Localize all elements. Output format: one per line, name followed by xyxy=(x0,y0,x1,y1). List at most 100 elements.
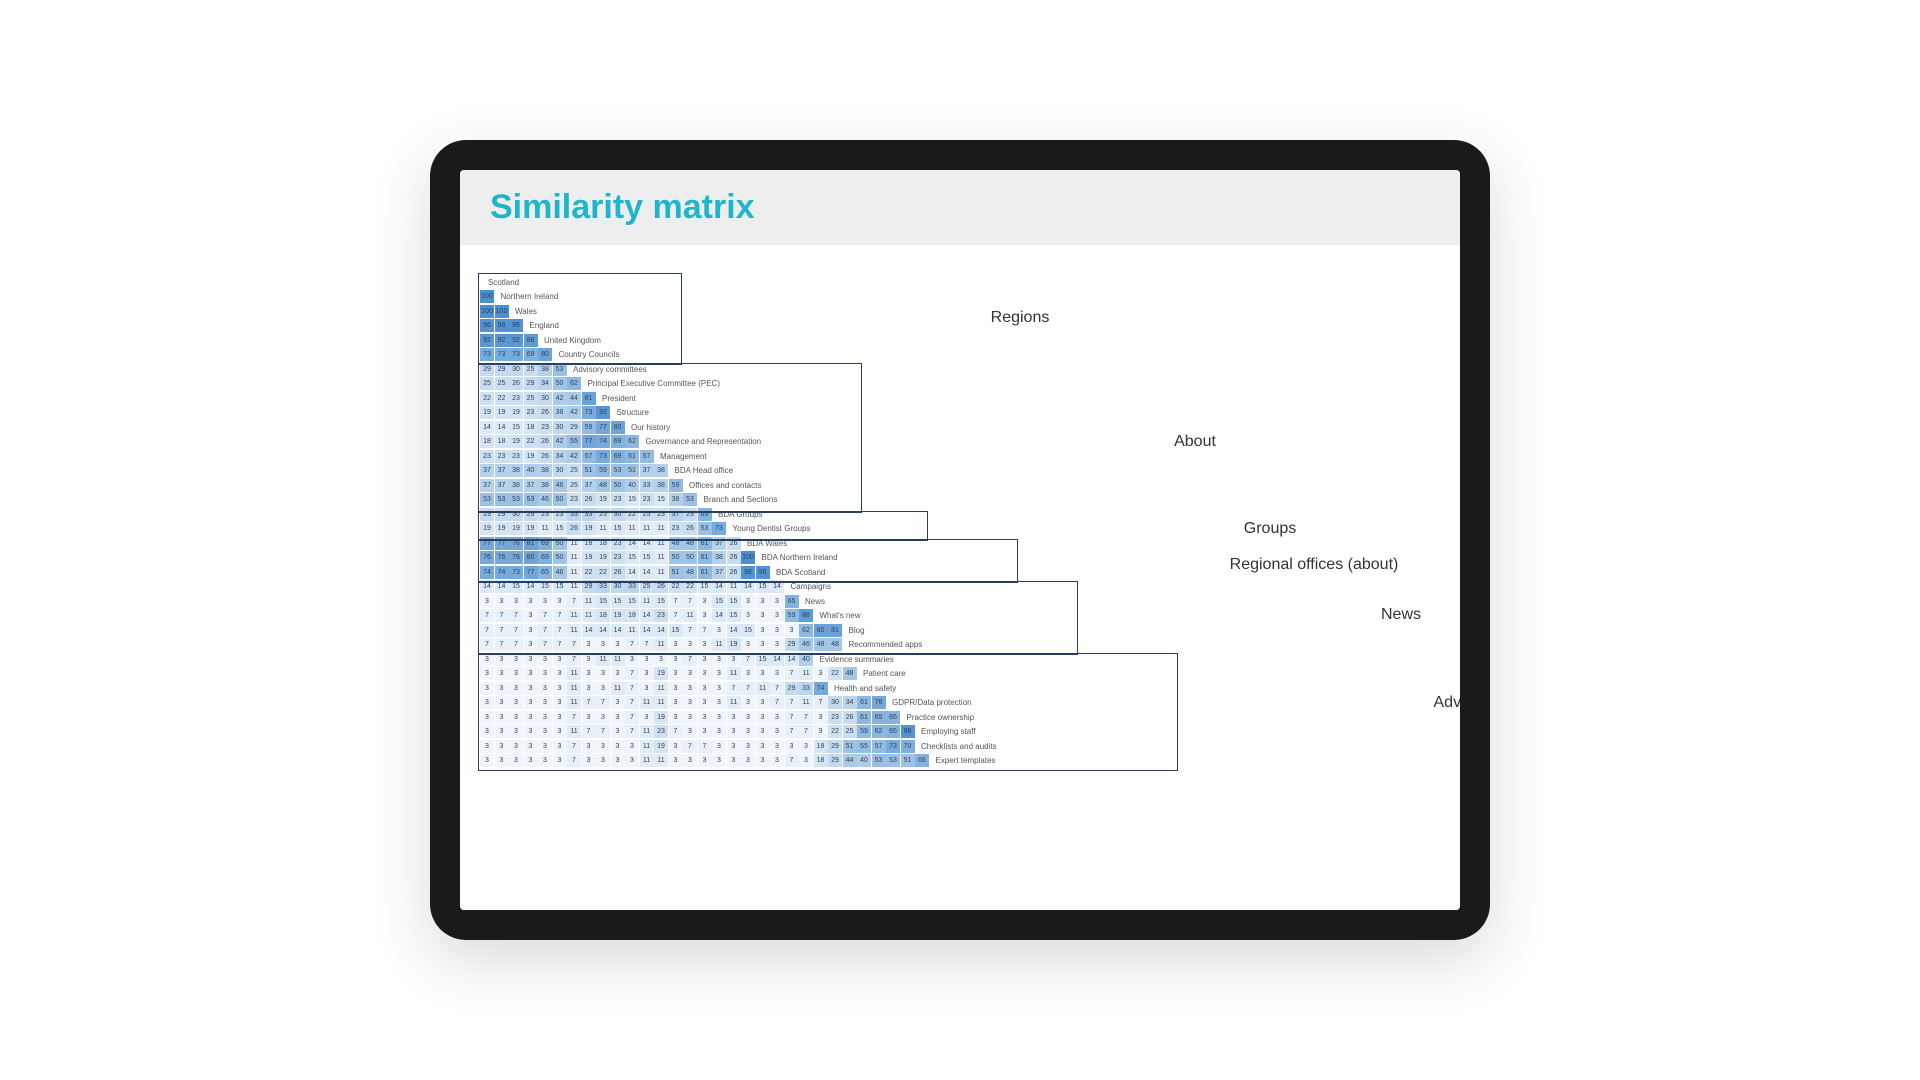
matrix-cell: 11 xyxy=(596,522,610,535)
matrix-cell: 65 xyxy=(698,508,712,521)
matrix-cell: 15 xyxy=(669,624,683,637)
matrix-cell: 14 xyxy=(640,609,654,622)
matrix-cell: 3 xyxy=(814,667,828,680)
matrix-cell: 7 xyxy=(669,725,683,738)
matrix-cell: 50 xyxy=(553,377,567,390)
matrix-cell: 69 xyxy=(538,537,552,550)
matrix-cell: 22 xyxy=(828,725,842,738)
matrix-cell: 3 xyxy=(712,725,726,738)
matrix-cell: 59 xyxy=(857,725,871,738)
matrix-cell: 14 xyxy=(625,566,639,579)
matrix-cell: 3 xyxy=(770,740,784,753)
header-bar: Similarity matrix xyxy=(460,170,1460,245)
matrix-cell: 96 xyxy=(901,725,915,738)
row-label: Expert templates xyxy=(936,756,996,765)
matrix-cell: 14 xyxy=(640,566,654,579)
matrix-row: 3333337333311113333333373182944405353516… xyxy=(480,754,997,768)
matrix-cell: 11 xyxy=(625,522,639,535)
matrix-cell: 38 xyxy=(509,464,523,477)
matrix-cell: 3 xyxy=(712,682,726,695)
matrix-cell: 7 xyxy=(596,725,610,738)
matrix-cell: 3 xyxy=(756,754,770,767)
row-label: Offices and contacts xyxy=(689,481,761,490)
matrix-cell: 3 xyxy=(611,696,625,709)
matrix-cell: 51 xyxy=(625,464,639,477)
row-label: Country Councils xyxy=(559,350,620,359)
matrix-cell: 7 xyxy=(683,740,697,753)
matrix-cell: 3 xyxy=(524,638,538,651)
matrix-cell: 100 xyxy=(480,305,494,318)
matrix-cell: 26 xyxy=(843,711,857,724)
matrix-cell: 3 xyxy=(495,682,509,695)
matrix-cell: 14 xyxy=(727,624,741,637)
matrix-cell: 50 xyxy=(683,551,697,564)
matrix-cell: 23 xyxy=(640,493,654,506)
matrix-cell: 3 xyxy=(770,595,784,608)
matrix-cell: 14 xyxy=(640,624,654,637)
matrix-cell: 55 xyxy=(857,740,871,753)
matrix-cell: 51 xyxy=(582,464,596,477)
matrix-cell: 34 xyxy=(538,377,552,390)
matrix-cell: 38 xyxy=(538,363,552,376)
matrix-cell: 59 xyxy=(669,479,683,492)
matrix-cell: 3 xyxy=(596,740,610,753)
matrix-cell: 30 xyxy=(553,421,567,434)
matrix-cell: 3 xyxy=(524,740,538,753)
matrix-cell: 3 xyxy=(495,725,509,738)
matrix-cell: 3 xyxy=(524,725,538,738)
matrix-cell: 3 xyxy=(582,653,596,666)
matrix-cell: 38 xyxy=(669,493,683,506)
matrix-cell: 3 xyxy=(509,653,523,666)
matrix-row: 767676806950111919231515115050613826100B… xyxy=(480,551,997,565)
matrix-cell: 15 xyxy=(654,595,668,608)
matrix-cell: 19 xyxy=(495,522,509,535)
matrix-cell: 30 xyxy=(553,464,567,477)
matrix-cell: 50 xyxy=(553,537,567,550)
matrix-cell: 14 xyxy=(495,421,509,434)
matrix-cell: 77 xyxy=(524,566,538,579)
matrix-cell: 42 xyxy=(567,450,581,463)
matrix-row: 37373840383025515953513738BDA Head offic… xyxy=(480,464,997,478)
matrix-cell: 11 xyxy=(538,522,552,535)
matrix-cell: 7 xyxy=(567,711,581,724)
matrix-cell: 3 xyxy=(553,653,567,666)
matrix-cell: 7 xyxy=(683,624,697,637)
matrix-cell: 74 xyxy=(495,566,509,579)
matrix-cell: 48 xyxy=(683,537,697,550)
matrix-cell: 7 xyxy=(625,682,639,695)
matrix-cell: 7 xyxy=(553,609,567,622)
matrix-cell: 29 xyxy=(567,421,581,434)
matrix-cell: 11 xyxy=(683,609,697,622)
matrix-cell: 37 xyxy=(669,508,683,521)
row-label: Northern Ireland xyxy=(501,292,559,301)
matrix-cell: 3 xyxy=(741,609,755,622)
matrix-row: 535353534650232619231523153853Branch and… xyxy=(480,493,997,507)
matrix-cell: 19 xyxy=(480,406,494,419)
matrix-cell: 19 xyxy=(654,711,668,724)
matrix-cell: 3 xyxy=(698,696,712,709)
matrix-cell: 7 xyxy=(509,609,523,622)
section-label: News xyxy=(1381,606,1421,624)
matrix-cell: 7 xyxy=(785,696,799,709)
matrix-cell: 15 xyxy=(654,493,668,506)
matrix-cell: 3 xyxy=(611,638,625,651)
matrix-cell: 11 xyxy=(654,696,668,709)
matrix-cell: 3 xyxy=(538,740,552,753)
matrix-cell: 7 xyxy=(625,667,639,680)
matrix-cell: 37 xyxy=(480,464,494,477)
matrix-cell: 11 xyxy=(640,522,654,535)
matrix-cell: 3 xyxy=(814,725,828,738)
matrix-row: 77737711141414111414157731415333628081Bl… xyxy=(480,623,997,637)
matrix-cell: 14 xyxy=(654,624,668,637)
matrix-cell: 26 xyxy=(582,493,596,506)
matrix-cell: 14 xyxy=(741,580,755,593)
matrix-cell: 7 xyxy=(567,595,581,608)
matrix-cell: 3 xyxy=(785,624,799,637)
matrix-cell: 81 xyxy=(828,624,842,637)
matrix-row: 3333331177371111333311337711730346176GDP… xyxy=(480,696,997,710)
matrix-cell: 3 xyxy=(611,754,625,767)
matrix-cell: 7 xyxy=(480,609,494,622)
matrix-row: 333333117737112373333333773222559626596E… xyxy=(480,725,997,739)
matrix-cell: 44 xyxy=(843,754,857,767)
row-label: Campaigns xyxy=(791,582,831,591)
